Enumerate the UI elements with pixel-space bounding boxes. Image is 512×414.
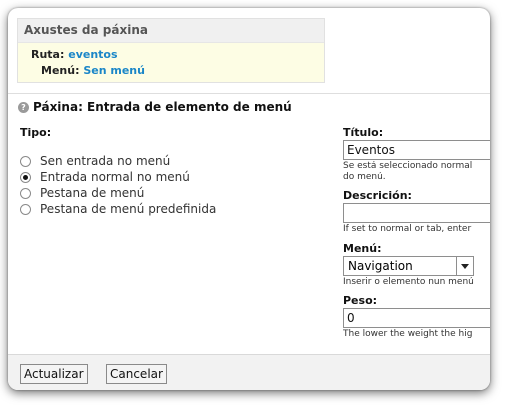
description-label: Descrición: [343,189,412,202]
radio-option-no-entry[interactable]: Sen entrada no menú [20,153,320,169]
route-row: Ruta: eventos [18,47,324,63]
radio-option-normal-entry[interactable]: Entrada normal no menú [20,169,320,185]
weight-label: Peso: [343,294,378,307]
weight-input[interactable]: 0 [343,308,490,328]
radio-button[interactable] [20,187,31,199]
radio-button[interactable] [20,155,31,167]
dialog-window: Axustes da páxina Ruta: eventos Menú: Se… [8,8,490,390]
menu-select-hint: Inserir o elemento nun menú [343,277,474,287]
type-column: Tipo: Sen entrada no menú Entrada normal… [20,126,320,217]
button-bar: Actualizar Cancelar [8,354,490,390]
route-label: Ruta: [31,48,65,61]
description-hint: If set to normal or tab, enter [343,224,472,234]
title-label: Título: [343,126,384,139]
radio-label: Pestana de menú predefinida [40,202,217,216]
weight-hint: The lower the weight the hig [343,329,473,339]
menu-link[interactable]: Sen menú [83,64,145,77]
radio-label: Sen entrada no menú [40,154,171,168]
description-input[interactable] [343,203,490,223]
menu-label: Menú: [41,64,80,77]
route-link[interactable]: eventos [68,48,117,61]
chevron-down-icon[interactable] [456,257,473,275]
menu-select-value: Navigation [348,259,413,273]
radio-button[interactable] [20,203,31,215]
section-title: ? Páxina: Entrada de elemento de menú [18,100,292,114]
section-title-text: Páxina: Entrada de elemento de menú [33,100,292,114]
radio-option-default-tab[interactable]: Pestana de menú predefinida [20,201,320,217]
fields-column: Título: Eventos Se está seleccionado nor… [343,126,490,340]
menu-select[interactable]: Navigation [343,256,474,276]
type-radio-group: Sen entrada no menú Entrada normal no me… [20,153,320,217]
divider [8,93,490,94]
type-label: Tipo: [20,126,52,139]
help-icon[interactable]: ? [18,101,29,113]
update-button[interactable]: Actualizar [20,364,88,384]
radio-button-selected[interactable] [20,171,31,183]
title-hint-line1: Se está seleccionado normal [343,161,473,171]
page-settings-box: Axustes da páxina Ruta: eventos Menú: Se… [17,18,325,83]
radio-label: Pestana de menú [40,186,145,200]
cancel-button[interactable]: Cancelar [106,364,167,384]
title-input[interactable]: Eventos [343,140,490,160]
title-hint-line2: do menú. [343,172,386,182]
menu-row: Menú: Sen menú [18,63,324,79]
page-settings-title: Axustes da páxina [18,19,324,43]
radio-label: Entrada normal no menú [40,170,190,184]
menu-select-label: Menú: [343,242,382,255]
radio-option-menu-tab[interactable]: Pestana de menú [20,185,320,201]
